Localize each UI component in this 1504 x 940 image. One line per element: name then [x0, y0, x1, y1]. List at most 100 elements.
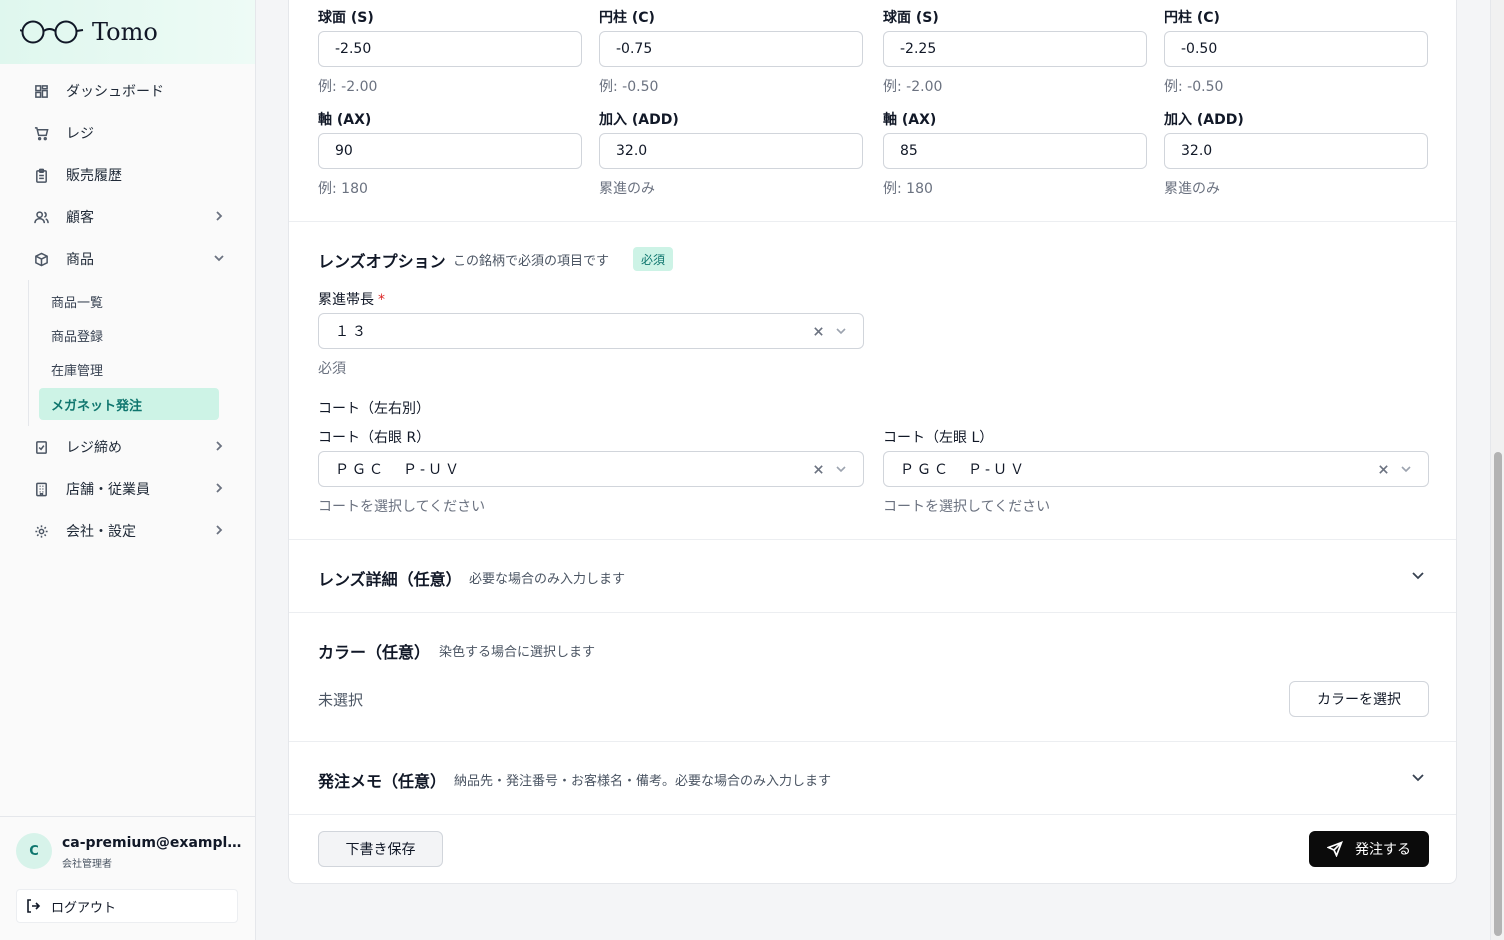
memo-subtitle: 納品先・発注番号・お客様名・備考。必要な場合のみ入力します — [454, 774, 832, 789]
divider — [289, 221, 1456, 222]
sidebar-item-customers[interactable]: 顧客 — [0, 196, 255, 238]
sidebar-item-register[interactable]: レジ — [0, 112, 255, 154]
sidebar-item-label: ダッシュボード — [66, 84, 164, 100]
clipboard-icon — [33, 167, 49, 183]
logout-label: ログアウト — [51, 900, 117, 916]
left-ax-label: 軸 (AX) — [883, 112, 937, 128]
sidebar-item-dashboard[interactable]: ダッシュボード — [0, 70, 255, 112]
user-role: 会社管理者 — [62, 859, 112, 870]
subnav-item-meganet-order[interactable]: メガネット発注 — [39, 388, 219, 420]
corridor-length-label: 累進帯長 * — [318, 289, 385, 309]
chevron-down-icon — [213, 252, 225, 264]
right-cyl-label: 円柱 (C) — [599, 10, 655, 26]
coat-left-select[interactable]: ＰＧＣ Ｐ-ＵＶ — [883, 451, 1429, 487]
scrollbar-thumb[interactable] — [1494, 452, 1502, 936]
divider — [289, 741, 1456, 742]
left-cyl-label: 円柱 (C) — [1164, 10, 1220, 26]
glasses-icon — [20, 20, 84, 44]
order-form-card: 球面 (S) -2.50 例: -2.00 円柱 (C) -0.75 例: -0… — [288, 0, 1457, 884]
left-add-input[interactable]: 32.0 — [1164, 133, 1428, 169]
coat-left-hint: コートを選択してください — [883, 499, 1051, 515]
divider — [289, 814, 1456, 815]
chevron-down-icon[interactable] — [835, 325, 849, 339]
right-ax-hint: 例: 180 — [318, 181, 368, 197]
chevron-down-icon[interactable] — [1410, 567, 1426, 583]
left-sph-label: 球面 (S) — [883, 10, 939, 26]
sidebar-item-stores-staff[interactable]: 店舗・従業員 — [0, 468, 255, 510]
products-subnav: 商品一覧 商品登録 在庫管理 メガネット発注 — [28, 280, 255, 426]
lens-options-title: レンズオプション — [318, 252, 446, 271]
sidebar-item-label: 会社・設定 — [66, 524, 136, 540]
corridor-length-value: １３ — [335, 324, 369, 340]
clear-icon[interactable] — [1376, 462, 1390, 476]
left-ax-input[interactable]: 85 — [883, 133, 1147, 169]
submit-order-button[interactable]: 発注する — [1309, 831, 1429, 867]
right-ax-input[interactable]: 90 — [318, 133, 582, 169]
dashboard-icon — [33, 83, 49, 99]
app-logo[interactable]: Tomo — [20, 18, 158, 46]
color-subtitle: 染色する場合に選択します — [439, 645, 596, 660]
avatar[interactable]: C — [16, 833, 52, 869]
select-color-button[interactable]: カラーを選択 — [1289, 681, 1429, 717]
user-panel: C ca-premium@example.com 会社管理者 ログアウト — [0, 816, 255, 940]
right-ax-label: 軸 (AX) — [318, 112, 372, 128]
sidebar-item-register-close[interactable]: レジ締め — [0, 426, 255, 468]
chevron-down-icon[interactable] — [1410, 769, 1426, 785]
left-sph-hint: 例: -2.00 — [883, 79, 943, 95]
user-email: ca-premium@example.com — [62, 835, 242, 851]
logout-button[interactable]: ログアウト — [16, 889, 238, 923]
cart-icon — [33, 125, 49, 141]
clear-icon[interactable] — [811, 324, 825, 338]
subnav-item-inventory[interactable]: 在庫管理 — [29, 352, 255, 386]
chevron-right-icon — [213, 524, 225, 536]
gear-icon — [33, 523, 49, 539]
coat-right-select[interactable]: ＰＧＣ Ｐ-ＵＶ — [318, 451, 864, 487]
sidebar-item-company-settings[interactable]: 会社・設定 — [0, 510, 255, 552]
right-sph-input[interactable]: -2.50 — [318, 31, 582, 67]
memo-title: 発注メモ（任意） — [318, 772, 447, 791]
required-badge: 必須 — [633, 247, 674, 271]
left-sph-input[interactable]: -2.25 — [883, 31, 1147, 67]
lens-options-subtitle: この銘柄で必須の項目です — [453, 254, 610, 269]
page-scrollbar[interactable] — [1490, 0, 1504, 940]
right-add-hint: 累進のみ — [599, 181, 655, 197]
left-cyl-hint: 例: -0.50 — [1164, 79, 1224, 95]
sidebar-item-sales-history[interactable]: 販売履歴 — [0, 154, 255, 196]
chevron-right-icon — [213, 440, 225, 452]
corridor-length-hint: 必須 — [318, 361, 346, 377]
left-ax-hint: 例: 180 — [883, 181, 933, 197]
right-add-label: 加入 (ADD) — [599, 112, 679, 128]
lens-details-subtitle: 必要な場合のみ入力します — [469, 572, 626, 587]
coat-group-label: コート（左右別） — [318, 401, 430, 417]
lens-details-title: レンズ詳細（任意） — [318, 570, 462, 589]
right-sph-label: 球面 (S) — [318, 10, 374, 26]
color-value: 未選択 — [318, 691, 364, 709]
sidebar-item-products[interactable]: 商品 — [0, 238, 255, 280]
chevron-right-icon — [213, 482, 225, 494]
building-icon — [33, 481, 49, 497]
right-add-input[interactable]: 32.0 — [599, 133, 863, 169]
package-icon — [33, 251, 49, 267]
corridor-length-select[interactable]: １３ — [318, 313, 864, 349]
logout-icon — [27, 899, 41, 913]
save-draft-button[interactable]: 下書き保存 — [318, 831, 443, 867]
required-mark: * — [378, 292, 385, 308]
left-cyl-input[interactable]: -0.50 — [1164, 31, 1428, 67]
clear-icon[interactable] — [811, 462, 825, 476]
left-add-label: 加入 (ADD) — [1164, 112, 1244, 128]
submit-order-label: 発注する — [1355, 842, 1411, 858]
sidebar-item-label: 商品 — [66, 252, 94, 268]
divider — [289, 539, 1456, 540]
color-title: カラー（任意） — [318, 643, 431, 662]
right-cyl-input[interactable]: -0.75 — [599, 31, 863, 67]
sidebar-item-label: 店舗・従業員 — [66, 482, 150, 498]
sidebar-item-label: レジ締め — [66, 440, 122, 456]
coat-right-value: ＰＧＣ Ｐ-ＵＶ — [335, 462, 463, 478]
sidebar-item-label: 顧客 — [66, 210, 94, 226]
chevron-right-icon — [213, 210, 225, 222]
chevron-down-icon[interactable] — [835, 463, 849, 477]
subnav-item-product-list[interactable]: 商品一覧 — [29, 284, 255, 318]
brand-header: Tomo — [0, 0, 255, 64]
subnav-item-product-register[interactable]: 商品登録 — [29, 318, 255, 352]
chevron-down-icon[interactable] — [1400, 463, 1414, 477]
